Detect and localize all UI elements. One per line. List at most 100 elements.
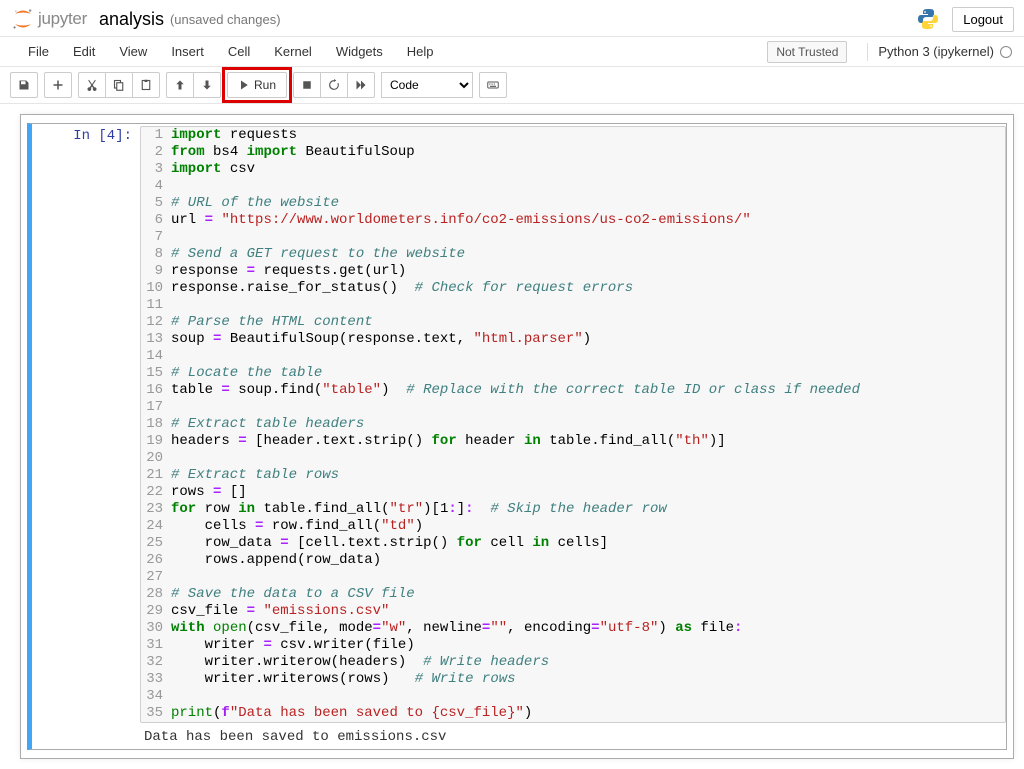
code-line[interactable]: 18# Extract table headers [141, 416, 1005, 433]
code-line[interactable]: 12# Parse the HTML content [141, 314, 1005, 331]
code-line[interactable]: 11 [141, 297, 1005, 314]
move-up-button[interactable] [166, 72, 194, 98]
code-line[interactable]: 3import csv [141, 161, 1005, 178]
logout-button[interactable]: Logout [952, 7, 1014, 32]
line-code[interactable]: import csv [169, 161, 1005, 178]
line-code[interactable]: table = soup.find("table") # Replace wit… [169, 382, 1005, 399]
code-line[interactable]: 29csv_file = "emissions.csv" [141, 603, 1005, 620]
notebook-name[interactable]: analysis [99, 9, 164, 30]
menu-kernel[interactable]: Kernel [262, 39, 324, 64]
code-line[interactable]: 14 [141, 348, 1005, 365]
line-code[interactable]: # Extract table headers [169, 416, 1005, 433]
line-code[interactable] [169, 688, 1005, 705]
line-code[interactable] [169, 399, 1005, 416]
menu-file[interactable]: File [12, 39, 61, 64]
code-line[interactable]: 5# URL of the website [141, 195, 1005, 212]
line-code[interactable]: from bs4 import BeautifulSoup [169, 144, 1005, 161]
code-line[interactable]: 27 [141, 569, 1005, 586]
line-code[interactable] [169, 348, 1005, 365]
line-code[interactable]: for row in table.find_all("tr")[1:]: # S… [169, 501, 1005, 518]
line-code[interactable]: writer = csv.writer(file) [169, 637, 1005, 654]
menu-insert[interactable]: Insert [159, 39, 216, 64]
line-code[interactable]: import requests [169, 127, 1005, 144]
line-code[interactable] [169, 229, 1005, 246]
line-code[interactable]: with open(csv_file, mode="w", newline=""… [169, 620, 1005, 637]
code-line[interactable]: 9response = requests.get(url) [141, 263, 1005, 280]
cell-output: Data has been saved to emissions.csv [140, 723, 1006, 749]
line-code[interactable]: cells = row.find_all("td") [169, 518, 1005, 535]
line-code[interactable]: response.raise_for_status() # Check for … [169, 280, 1005, 297]
code-line[interactable]: 20 [141, 450, 1005, 467]
line-code[interactable]: writer.writerows(rows) # Write rows [169, 671, 1005, 688]
cell-type-select[interactable]: Code [381, 72, 473, 98]
code-line[interactable]: 23for row in table.find_all("tr")[1:]: #… [141, 501, 1005, 518]
line-code[interactable]: # Parse the HTML content [169, 314, 1005, 331]
line-code[interactable]: # Extract table rows [169, 467, 1005, 484]
menu-edit[interactable]: Edit [61, 39, 107, 64]
line-code[interactable] [169, 178, 1005, 195]
code-line[interactable]: 17 [141, 399, 1005, 416]
code-line[interactable]: 6url = "https://www.worldometers.info/co… [141, 212, 1005, 229]
line-code[interactable]: # Locate the table [169, 365, 1005, 382]
code-line[interactable]: 25 row_data = [cell.text.strip() for cel… [141, 535, 1005, 552]
code-line[interactable]: 19headers = [header.text.strip() for hea… [141, 433, 1005, 450]
line-code[interactable]: print(f"Data has been saved to {csv_file… [169, 705, 1005, 722]
line-code[interactable] [169, 569, 1005, 586]
code-line[interactable]: 4 [141, 178, 1005, 195]
code-line[interactable]: 21# Extract table rows [141, 467, 1005, 484]
code-line[interactable]: 26 rows.append(row_data) [141, 552, 1005, 569]
menu-widgets[interactable]: Widgets [324, 39, 395, 64]
code-line[interactable]: 1import requests [141, 127, 1005, 144]
add-cell-button[interactable] [44, 72, 72, 98]
line-code[interactable]: # Send a GET request to the website [169, 246, 1005, 263]
cut-button[interactable] [78, 72, 106, 98]
move-down-button[interactable] [193, 72, 221, 98]
line-code[interactable]: response = requests.get(url) [169, 263, 1005, 280]
save-button[interactable] [10, 72, 38, 98]
code-line[interactable]: 32 writer.writerow(headers) # Write head… [141, 654, 1005, 671]
kernel-name[interactable]: Python 3 (ipykernel) [878, 44, 994, 59]
code-line[interactable]: 10response.raise_for_status() # Check fo… [141, 280, 1005, 297]
code-line[interactable]: 7 [141, 229, 1005, 246]
line-code[interactable] [169, 297, 1005, 314]
line-code[interactable]: # Save the data to a CSV file [169, 586, 1005, 603]
line-code[interactable]: headers = [header.text.strip() for heade… [169, 433, 1005, 450]
command-palette-button[interactable] [479, 72, 507, 98]
code-line[interactable]: 24 cells = row.find_all("td") [141, 518, 1005, 535]
line-number: 11 [141, 297, 169, 314]
code-editor[interactable]: 1import requests2from bs4 import Beautif… [140, 126, 1006, 723]
code-line[interactable]: 35print(f"Data has been saved to {csv_fi… [141, 705, 1005, 722]
menu-view[interactable]: View [107, 39, 159, 64]
menu-help[interactable]: Help [395, 39, 446, 64]
code-line[interactable]: 33 writer.writerows(rows) # Write rows [141, 671, 1005, 688]
code-line[interactable]: 34 [141, 688, 1005, 705]
code-line[interactable]: 2from bs4 import BeautifulSoup [141, 144, 1005, 161]
code-cell[interactable]: In [4]: 1import requests2from bs4 import… [27, 123, 1007, 750]
run-button[interactable]: Run [227, 72, 287, 98]
code-line[interactable]: 28# Save the data to a CSV file [141, 586, 1005, 603]
jupyter-logo[interactable]: jupyter [10, 6, 87, 32]
line-code[interactable]: row_data = [cell.text.strip() for cell i… [169, 535, 1005, 552]
code-line[interactable]: 13soup = BeautifulSoup(response.text, "h… [141, 331, 1005, 348]
code-line[interactable]: 31 writer = csv.writer(file) [141, 637, 1005, 654]
code-line[interactable]: 22rows = [] [141, 484, 1005, 501]
menu-cell[interactable]: Cell [216, 39, 262, 64]
restart-run-all-button[interactable] [347, 72, 375, 98]
line-code[interactable]: rows.append(row_data) [169, 552, 1005, 569]
interrupt-button[interactable] [293, 72, 321, 98]
line-code[interactable]: csv_file = "emissions.csv" [169, 603, 1005, 620]
line-code[interactable]: url = "https://www.worldometers.info/co2… [169, 212, 1005, 229]
line-code[interactable]: rows = [] [169, 484, 1005, 501]
code-line[interactable]: 15# Locate the table [141, 365, 1005, 382]
line-code[interactable] [169, 450, 1005, 467]
code-line[interactable]: 30with open(csv_file, mode="w", newline=… [141, 620, 1005, 637]
line-code[interactable]: writer.writerow(headers) # Write headers [169, 654, 1005, 671]
code-line[interactable]: 16table = soup.find("table") # Replace w… [141, 382, 1005, 399]
line-code[interactable]: # URL of the website [169, 195, 1005, 212]
line-code[interactable]: soup = BeautifulSoup(response.text, "htm… [169, 331, 1005, 348]
trust-indicator[interactable]: Not Trusted [767, 41, 847, 63]
code-line[interactable]: 8# Send a GET request to the website [141, 246, 1005, 263]
restart-button[interactable] [320, 72, 348, 98]
paste-button[interactable] [132, 72, 160, 98]
copy-button[interactable] [105, 72, 133, 98]
